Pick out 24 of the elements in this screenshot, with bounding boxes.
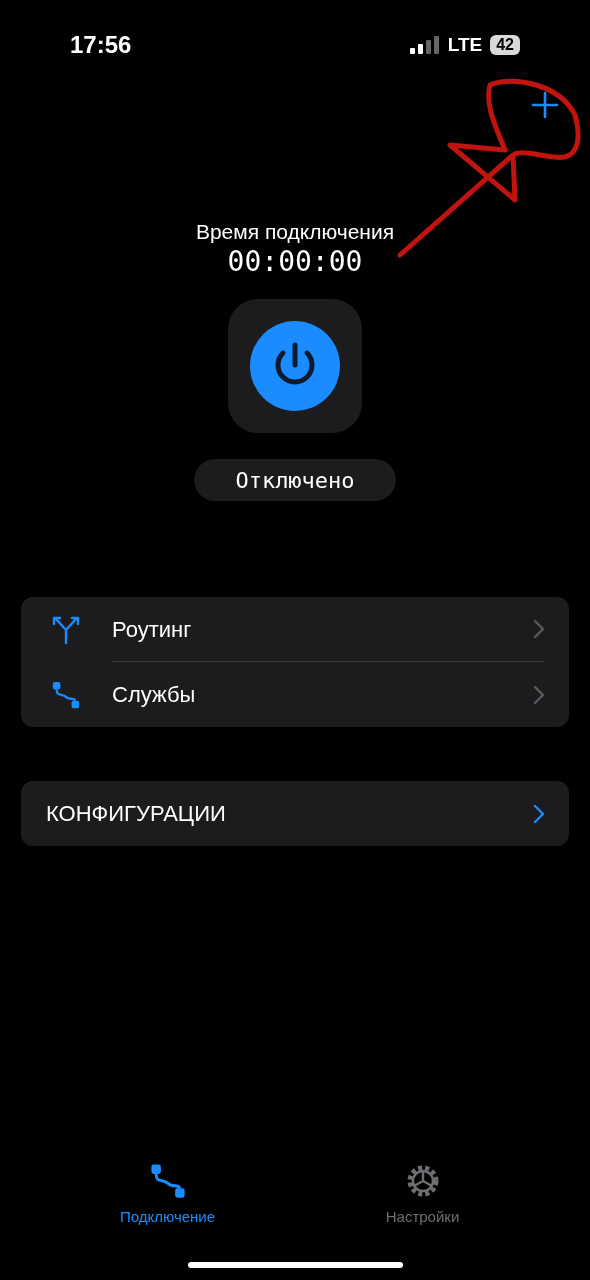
signal-icon (409, 36, 440, 54)
menu-label: Роутинг (112, 615, 192, 644)
menu-row[interactable]: Службы (21, 662, 569, 727)
nodes-icon (51, 679, 81, 710)
chevron-icon (533, 684, 545, 705)
plus-icon (531, 91, 559, 119)
menu-row[interactable]: Роутинг (21, 597, 569, 662)
power-icon (250, 321, 340, 411)
fork-icon (51, 614, 81, 645)
chevron-icon (533, 619, 545, 639)
status-pill: Отключено (194, 459, 396, 501)
battery-level: 42 (490, 35, 520, 55)
chevron-icon (533, 803, 545, 824)
tab-item[interactable]: Подключение (97, 1161, 238, 1228)
network-label: LTE (447, 32, 483, 57)
configurations-row[interactable]: КОНФИГУРАЦИИ (21, 781, 569, 846)
connection-label: Время подключения (195, 219, 395, 245)
tab-item[interactable]: Настройки (352, 1161, 493, 1228)
configurations-label: КОНФИГУРАЦИИ (46, 800, 226, 828)
nodes-icon (148, 1161, 187, 1200)
connection-timer: 00:00:00 (227, 245, 363, 279)
menu-label: Службы (112, 681, 196, 709)
status-time: 17:56 (70, 30, 132, 60)
power-button[interactable] (228, 299, 362, 433)
